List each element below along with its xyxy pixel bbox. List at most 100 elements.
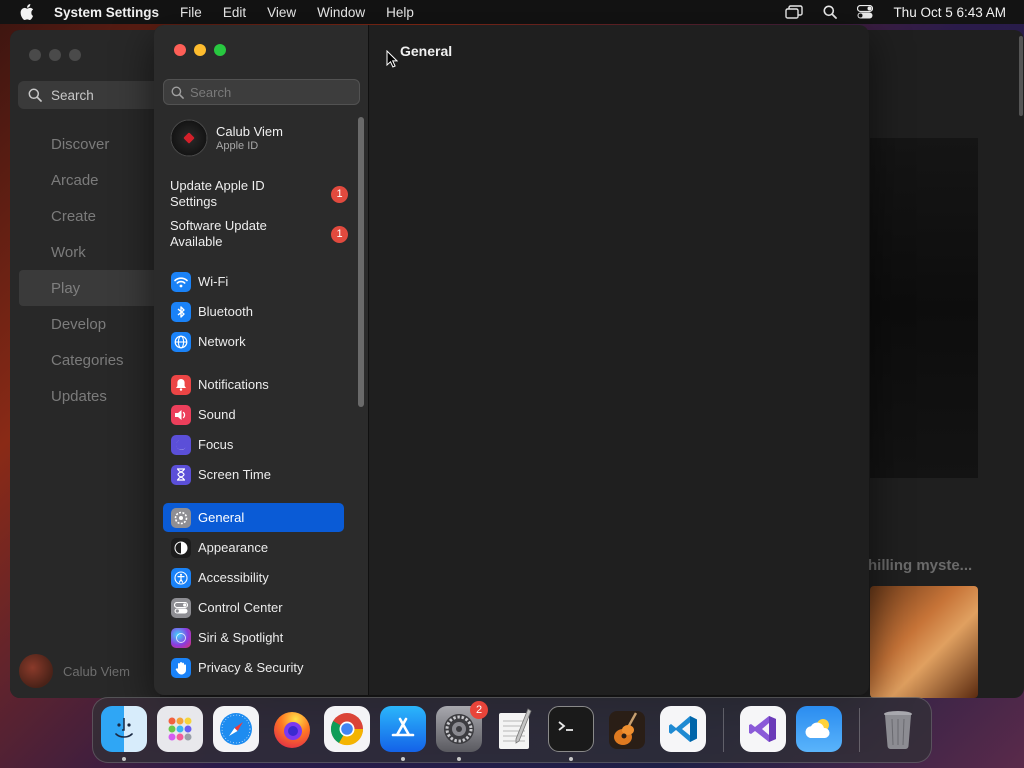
settings-search-field[interactable] — [163, 79, 360, 105]
spotlight-search-icon[interactable] — [823, 5, 838, 19]
app-store-icon[interactable] — [380, 706, 426, 752]
garageband-icon[interactable] — [604, 706, 650, 752]
notice-label: Update Apple ID Settings — [170, 178, 265, 209]
app-store-user-name: Calub Viem — [63, 663, 130, 679]
settings-search-input[interactable] — [190, 84, 350, 100]
sidebar-item-wifi[interactable]: Wi-Fi — [163, 267, 344, 296]
speaker-icon — [171, 404, 191, 425]
avatar — [170, 119, 208, 157]
wifi-icon — [171, 271, 191, 292]
gear-icon — [171, 507, 191, 528]
featured-game-artwork[interactable] — [870, 586, 978, 698]
sidebar-item-label: Network — [198, 334, 246, 349]
notice-label: Software Update Available — [170, 218, 267, 249]
app-store-nav-discover[interactable]: Discover — [10, 126, 160, 162]
app-store-search-field[interactable]: Search — [18, 81, 168, 109]
sidebar-item-label: Privacy & Security — [198, 660, 304, 675]
app-store-scrollbar[interactable] — [1019, 36, 1023, 116]
hourglass-icon — [171, 464, 191, 485]
bell-icon — [171, 374, 191, 395]
sidebar-item-notifications[interactable]: Notifications — [163, 370, 344, 399]
globe-icon — [171, 331, 191, 352]
zoom-button[interactable] — [214, 44, 226, 56]
screen-mirroring-icon[interactable] — [785, 5, 804, 19]
sidebar-item-accessibility[interactable]: Accessibility — [163, 563, 344, 592]
terminal-icon[interactable] — [548, 706, 594, 752]
menu-bar-clock[interactable]: Thu Oct 5 6:43 AM — [893, 5, 1006, 20]
sidebar-item-label: Screen Time — [198, 467, 271, 482]
sidebar-item-label: Accessibility — [198, 570, 269, 585]
menu-edit[interactable]: Edit — [223, 5, 246, 20]
featured-artwork[interactable] — [870, 138, 978, 478]
control-center-icon[interactable] — [857, 5, 874, 19]
sidebar-item-label: Control Center — [198, 600, 283, 615]
close-button[interactable] — [174, 44, 186, 56]
menu-view[interactable]: View — [267, 5, 296, 20]
sidebar-item-focus[interactable]: Focus — [163, 430, 344, 459]
menu-help[interactable]: Help — [386, 5, 414, 20]
accessibility-icon — [171, 567, 191, 588]
sidebar-item-general[interactable]: General — [163, 503, 344, 532]
mouse-pointer-icon — [386, 49, 399, 73]
app-store-nav-create[interactable]: Create — [10, 198, 160, 234]
dock-separator — [859, 708, 860, 752]
sidebar-item-screen-time[interactable]: Screen Time — [163, 460, 344, 489]
bluetooth-icon — [171, 301, 191, 322]
minimize-button[interactable] — [194, 44, 206, 56]
window-controls — [174, 44, 226, 56]
app-store-nav-work[interactable]: Work — [10, 234, 160, 270]
sidebar-scrollbar[interactable] — [358, 117, 364, 407]
weather-icon[interactable] — [796, 706, 842, 752]
hand-icon — [171, 657, 191, 678]
apple-menu-icon[interactable] — [0, 4, 54, 20]
app-store-nav-develop[interactable]: Develop — [10, 306, 160, 342]
trash-icon[interactable] — [875, 706, 921, 752]
app-store-nav-arcade[interactable]: Arcade — [10, 162, 160, 198]
app-store-close-button[interactable] — [29, 49, 41, 61]
textedit-icon[interactable] — [492, 706, 538, 752]
finder-icon[interactable] — [101, 706, 147, 752]
account-subtitle: Apple ID — [216, 140, 259, 152]
app-store-minimize-button[interactable] — [49, 49, 61, 61]
sidebar-item-bluetooth[interactable]: Bluetooth — [163, 297, 344, 326]
menu-app-name[interactable]: System Settings — [54, 5, 159, 20]
app-store-nav-play[interactable]: Play — [19, 270, 160, 306]
apple-id-account[interactable]: Calub Viem Apple ID — [170, 119, 283, 157]
firefox-icon[interactable] — [269, 706, 315, 752]
update-apple-id-settings[interactable]: Update Apple ID Settings 1 — [170, 178, 354, 210]
menu-window[interactable]: Window — [317, 5, 365, 20]
settings-sidebar: Calub Viem Apple ID Update Apple ID Sett… — [154, 25, 369, 695]
notification-badge: 2 — [470, 701, 488, 719]
sidebar-item-control-center[interactable]: Control Center — [163, 593, 344, 622]
page-title: General — [400, 43, 453, 59]
launchpad-icon[interactable] — [157, 706, 203, 752]
dock-separator — [723, 708, 724, 752]
sidebar-item-siri-spotlight[interactable]: Siri & Spotlight — [163, 623, 344, 652]
software-update-available[interactable]: Software Update Available 1 — [170, 218, 354, 250]
sidebar-item-appearance[interactable]: Appearance — [163, 533, 344, 562]
app-store-account[interactable]: Calub Viem — [19, 654, 130, 688]
running-indicator — [122, 757, 126, 761]
safari-icon[interactable] — [213, 706, 259, 752]
app-store-zoom-button[interactable] — [69, 49, 81, 61]
sidebar-item-privacy-security[interactable]: Privacy & Security — [163, 653, 344, 682]
dock: 2 — [92, 697, 932, 763]
sidebar-item-label: Siri & Spotlight — [198, 630, 284, 645]
control-center-icon — [171, 597, 191, 618]
app-store-nav-categories[interactable]: Categories — [10, 342, 160, 378]
sidebar-item-sound[interactable]: Sound — [163, 400, 344, 429]
avatar — [19, 654, 53, 688]
chrome-icon[interactable] — [324, 706, 370, 752]
sidebar-item-label: Wi-Fi — [198, 274, 229, 289]
sidebar-item-network[interactable]: Network — [163, 327, 344, 356]
sidebar-item-label: General — [198, 510, 245, 525]
siri-icon — [171, 627, 191, 648]
vscode-icon[interactable] — [660, 706, 706, 752]
app-store-window-controls — [29, 49, 81, 61]
visual-studio-icon[interactable] — [740, 706, 786, 752]
sidebar-item-label: Appearance — [198, 540, 269, 555]
app-store-nav-updates[interactable]: Updates — [10, 378, 160, 414]
menu-file[interactable]: File — [180, 5, 202, 20]
running-indicator — [457, 757, 461, 761]
search-icon — [28, 88, 42, 102]
